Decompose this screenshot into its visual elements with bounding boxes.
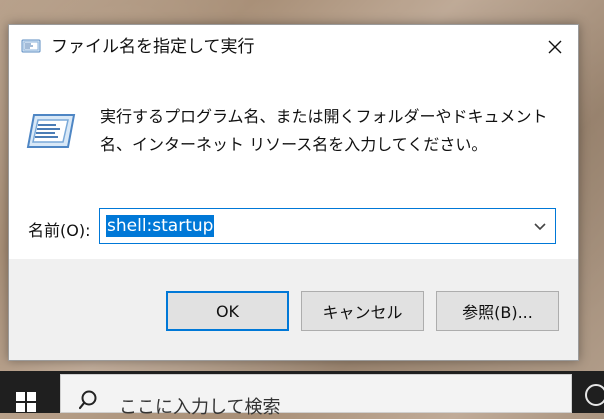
run-dialog: ファイル名を指定して実行 実行するプログラム名、または開くフォルダーやドキュメン… [8,24,579,361]
close-button[interactable] [532,25,578,69]
name-label: 名前(O): [28,221,91,240]
close-icon [548,40,562,54]
browse-button[interactable]: 参照(B)... [436,291,559,331]
taskbar-search-box[interactable]: ここに入力して検索 [60,374,572,418]
name-input-value[interactable]: shell:startup [106,215,215,237]
search-icon [79,390,97,410]
dialog-title: ファイル名を指定して実行 [51,37,255,57]
taskbar: ここに入力して検索 [0,371,604,418]
windows-logo-icon [16,392,36,412]
run-program-icon [26,114,76,148]
instruction-text: 実行するプログラム名、または開くフォルダーやドキュメント名、インターネット リソ… [100,107,548,154]
cancel-button[interactable]: キャンセル [301,291,424,331]
start-button[interactable] [0,371,52,413]
cortana-icon[interactable] [585,384,604,406]
ok-button[interactable]: OK [166,291,289,331]
name-combobox[interactable]: shell:startup [99,208,556,244]
run-icon [21,39,41,53]
chevron-down-icon[interactable] [531,217,549,235]
dialog-content: 実行するプログラム名、または開くフォルダーやドキュメント名、インターネット リソ… [9,69,578,259]
title-bar[interactable]: ファイル名を指定して実行 [9,25,578,69]
taskbar-search-placeholder: ここに入力して検索 [119,397,281,418]
